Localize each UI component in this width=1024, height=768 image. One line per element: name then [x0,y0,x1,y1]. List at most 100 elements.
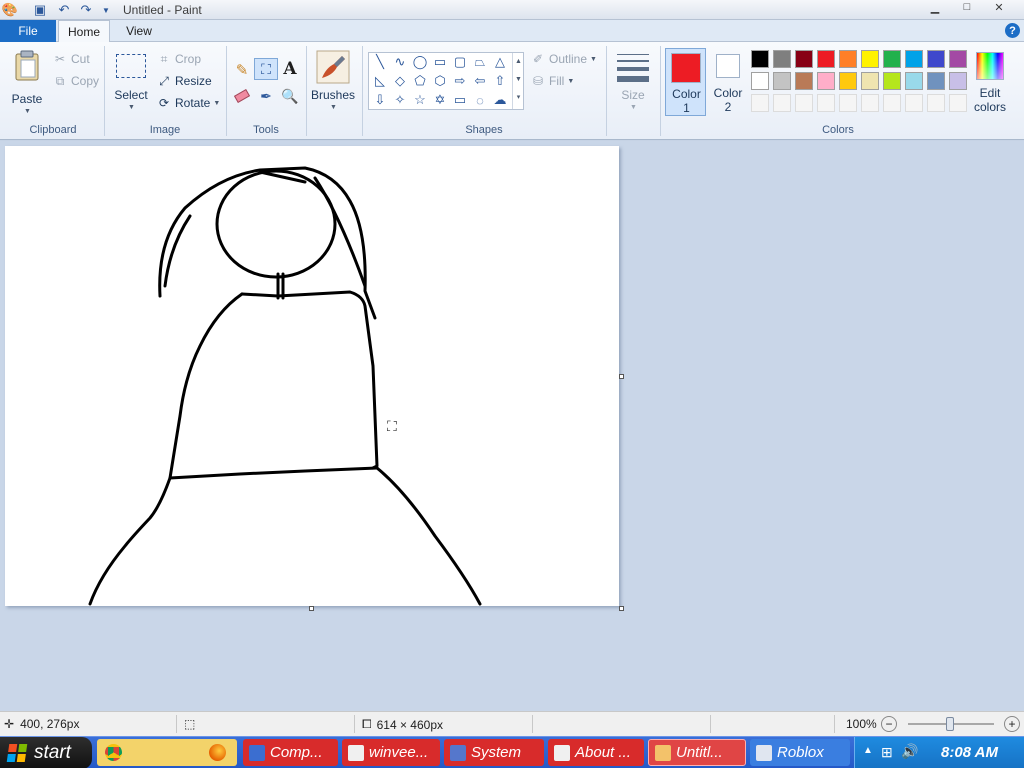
palette-swatch[interactable] [817,50,835,68]
volume-icon[interactable]: 🔊 [901,743,918,760]
oval-callout-shape-icon[interactable]: ◌ [471,91,489,109]
select-button[interactable]: Select ▼ [112,48,150,118]
size-button[interactable]: Size ▼ [612,48,654,120]
minimize-button[interactable]: ▁ [924,0,946,14]
rotate-button[interactable]: ⟳ Rotate ▼ [156,95,220,111]
shapes-gallery[interactable]: ╲ ∿ ◯ ▭ ▢ ⏢ △ ◺ ◇ ⬠ ⬡ ⇨ ⇦ ⇧ ⇩ ✧ ☆ ✡ ▭ ◌ … [368,52,524,110]
palette-swatch[interactable] [839,50,857,68]
taskbar-task-system[interactable]: System [444,739,544,766]
close-button[interactable]: ✕ [986,0,1012,14]
eraser-tool[interactable] [232,86,252,106]
palette-swatch[interactable] [751,72,769,90]
palette-swatch[interactable] [773,50,791,68]
color1-button[interactable]: Color 1 [665,48,706,116]
hexagon-shape-icon[interactable]: ⬡ [431,72,449,90]
six-point-star-shape-icon[interactable]: ✡ [431,91,449,109]
paste-button[interactable]: Paste ▼ [8,48,46,118]
palette-swatch[interactable] [773,94,791,112]
palette-swatch[interactable] [795,50,813,68]
taskbar-task-about[interactable]: About ... [548,739,644,766]
down-arrow-shape-icon[interactable]: ⇩ [371,91,389,109]
magnifier-tool[interactable]: 🔍 [280,86,300,106]
palette-swatch[interactable] [883,94,901,112]
show-hidden-icons-arrow[interactable]: ▲ [863,745,873,756]
zoom-slider[interactable] [908,717,994,731]
resize-button[interactable]: ⤢ Resize [156,73,212,89]
resize-handle-corner[interactable] [619,606,624,611]
cloud-callout-shape-icon[interactable]: ☁ [491,91,509,109]
palette-swatch[interactable] [883,72,901,90]
left-arrow-shape-icon[interactable]: ⇦ [471,72,489,90]
save-icon[interactable]: ▣ [32,2,48,18]
resize-handle-bottom[interactable] [309,606,314,611]
palette-swatch[interactable] [883,50,901,68]
palette-swatch[interactable] [861,72,879,90]
rectangle-shape-icon[interactable]: ▭ [431,53,449,71]
shapes-scroll[interactable]: ▲ ▼ ▾ [512,53,524,109]
tab-file[interactable]: File [0,20,56,42]
palette-swatch[interactable] [795,72,813,90]
palette-swatch[interactable] [905,72,923,90]
palette-swatch[interactable] [839,94,857,112]
drawing-canvas[interactable]: ⛶ [5,146,619,606]
palette-swatch[interactable] [927,94,945,112]
up-arrow-shape-icon[interactable]: ⇧ [491,72,509,90]
pencil-tool[interactable]: ✎ [232,60,252,80]
four-point-star-shape-icon[interactable]: ✧ [391,91,409,109]
palette-swatch[interactable] [751,94,769,112]
palette-swatch[interactable] [949,94,967,112]
brushes-button[interactable]: Brushes ▼ [310,48,356,120]
taskbar-task-paint[interactable]: Untitl... [648,739,746,766]
five-point-star-shape-icon[interactable]: ☆ [411,91,429,109]
start-button[interactable]: start [0,737,92,768]
fill-tool[interactable]: ⛶ [254,58,278,80]
palette-swatch[interactable] [751,50,769,68]
resize-handle-right[interactable] [619,374,624,379]
polygon-shape-icon[interactable]: ⏢ [471,53,489,71]
rounded-callout-shape-icon[interactable]: ▭ [451,91,469,109]
right-arrow-shape-icon[interactable]: ⇨ [451,72,469,90]
palette-swatch[interactable] [927,72,945,90]
maximize-button[interactable]: □ [956,0,978,14]
undo-icon[interactable]: ↶ [56,2,72,18]
curve-shape-icon[interactable]: ∿ [391,53,409,71]
palette-swatch[interactable] [949,72,967,90]
zoom-out-button[interactable]: − [881,716,897,732]
paint-app-icon[interactable]: 🎨 [2,2,18,18]
palette-swatch[interactable] [861,50,879,68]
redo-icon[interactable]: ↷ [78,2,94,18]
zoom-in-button[interactable]: + [1004,716,1020,732]
rounded-rectangle-shape-icon[interactable]: ▢ [451,53,469,71]
network-icon[interactable]: ⊞ [881,744,893,761]
fill-button[interactable]: ⛁ Fill ▼ [530,73,574,89]
palette-swatch[interactable] [861,94,879,112]
oval-shape-icon[interactable]: ◯ [411,53,429,71]
palette-swatch[interactable] [927,50,945,68]
color2-button[interactable]: Color 2 [708,48,748,116]
pentagon-shape-icon[interactable]: ⬠ [411,72,429,90]
right-triangle-shape-icon[interactable]: ◺ [371,72,389,90]
palette-swatch[interactable] [817,72,835,90]
help-icon[interactable]: ? [1005,23,1020,38]
palette-swatch[interactable] [949,50,967,68]
triangle-shape-icon[interactable]: △ [491,53,509,71]
canvas-workspace[interactable]: ⛶ [0,141,1024,711]
palette-swatch[interactable] [839,72,857,90]
line-shape-icon[interactable]: ╲ [371,53,389,71]
customize-quick-access-icon[interactable]: ▼ [98,2,114,18]
chrome-icon[interactable] [105,744,122,761]
copy-button[interactable]: ⧉ Copy [52,73,99,89]
taskbar-task-roblox[interactable]: Roblox [750,739,850,766]
palette-swatch[interactable] [905,94,923,112]
palette-swatch[interactable] [773,72,791,90]
firefox-icon[interactable] [209,744,226,761]
color-picker-tool[interactable]: ✒ [256,86,276,106]
cut-button[interactable]: ✂ Cut [52,51,90,67]
tab-view[interactable]: View [116,20,162,42]
text-tool[interactable]: A [280,58,300,80]
palette-swatch[interactable] [817,94,835,112]
palette-swatch[interactable] [905,50,923,68]
palette-swatch[interactable] [795,94,813,112]
edit-colors-button[interactable]: Edit colors [970,48,1010,118]
tab-home[interactable]: Home [58,20,110,43]
